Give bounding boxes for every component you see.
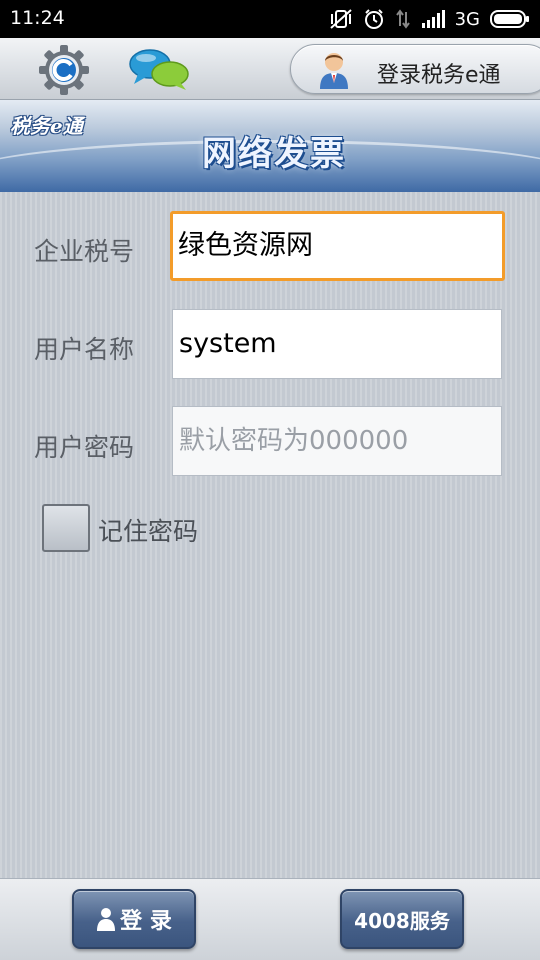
login-taxe-button[interactable]: 登录税务e通: [290, 44, 540, 94]
remember-password-label[interactable]: 记住密码: [98, 512, 198, 548]
battery-icon: [490, 10, 529, 28]
gear-icon[interactable]: [38, 44, 90, 96]
status-bar: 11:24 3G: [0, 0, 540, 38]
password-input[interactable]: 默认密码为000000: [172, 406, 502, 476]
password-label: 用户密码: [34, 433, 135, 462]
status-time: 11:24: [10, 7, 65, 29]
brand-logo: 税务e通: [10, 114, 83, 138]
username-input[interactable]: system: [172, 309, 502, 379]
login-taxe-label: 登录税务e通: [377, 63, 501, 88]
chat-bubbles-icon[interactable]: [128, 48, 190, 92]
header-banner: 税务e通 网络发票: [0, 100, 540, 192]
tax-id-input[interactable]: 绿色资源网: [170, 211, 505, 281]
bottom-bar: 登 录 4008服务: [0, 878, 540, 960]
tax-id-label: 企业税号: [34, 237, 135, 266]
status-icons: 3G: [329, 6, 530, 32]
signal-icon: [421, 10, 445, 28]
alarm-icon: [364, 9, 383, 29]
login-button[interactable]: 登 录: [72, 889, 196, 949]
vibrate-off-icon: [329, 9, 352, 29]
user-icon: [97, 908, 116, 931]
data-arrows-icon: [395, 9, 410, 29]
network-type: 3G: [454, 8, 480, 30]
remember-password-checkbox[interactable]: [42, 504, 90, 552]
username-label: 用户名称: [34, 335, 135, 364]
service-hotline-label: 4008服务: [354, 908, 450, 933]
login-form: 企业税号 绿色资源网 用户名称 system 用户密码 默认密码为000000 …: [0, 192, 540, 878]
user-avatar-icon: [320, 53, 348, 89]
page-title: 网络发票: [202, 134, 346, 174]
service-hotline-button[interactable]: 4008服务: [340, 889, 464, 949]
top-toolbar: 登录税务e通: [0, 38, 540, 100]
login-button-label: 登 录: [120, 909, 172, 934]
